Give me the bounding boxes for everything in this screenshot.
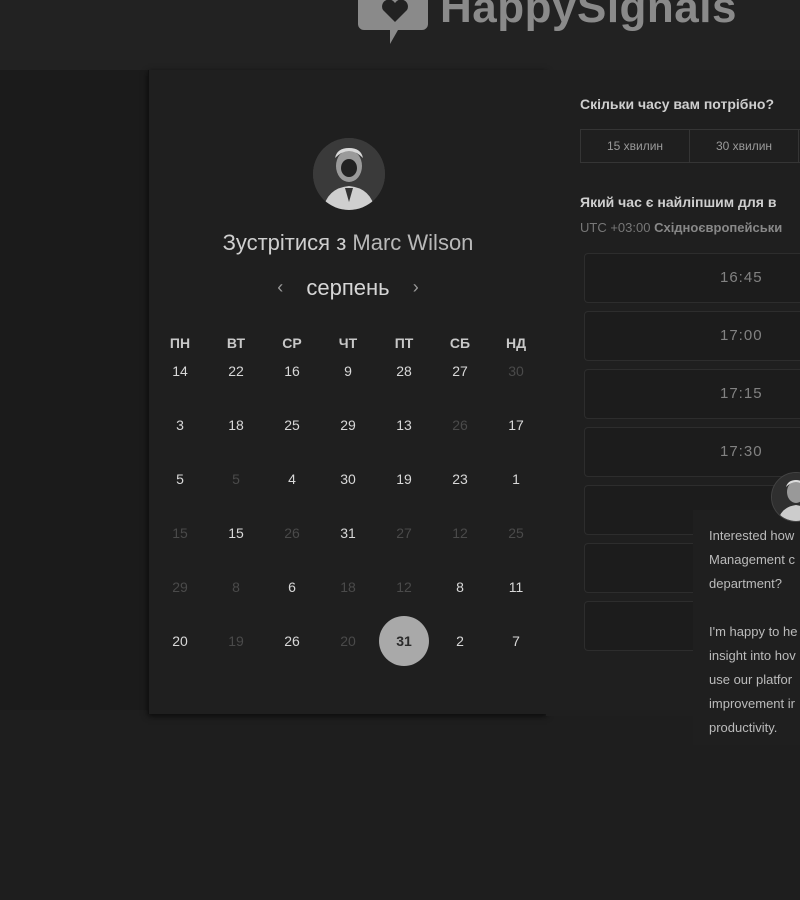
chat-line: use our platfor [709,672,793,687]
calendar-day[interactable]: 22 [208,359,264,383]
calendar-day[interactable]: 29 [320,413,376,437]
time-slot-label: 17:30 [720,443,763,460]
weekday-tue: ВТ [226,335,246,351]
host-avatar [313,138,385,210]
time-slot[interactable]: 17:15 [584,369,800,419]
timezone-offset: UTC +03:00 [580,220,651,235]
calendar-day[interactable]: 4 [264,467,320,491]
duration-selector: 15 хвилин 30 хвилин [580,129,800,163]
calendar-day: 15 [172,525,188,541]
calendar-day[interactable]: 1 [488,467,544,491]
calendar-day[interactable]: 7 [488,629,544,653]
calendar-day[interactable]: 23 [432,467,488,491]
title-prefix: Зустрітися з [222,230,347,255]
weekday-wed: СР [282,335,302,351]
timezone-name: Східноєвропейськи [654,220,783,235]
calendar-day: 26 [284,525,300,541]
calendar-day: 12 [396,579,412,595]
speech-bubble-heart-icon [358,0,428,44]
calendar-day[interactable]: 31 [320,521,376,545]
calendar-day[interactable]: 25 [264,413,320,437]
month-navigator: ‹ серпень › [149,275,547,303]
calendar-day[interactable]: 30 [320,467,376,491]
chat-line: Interested how [709,528,795,543]
chat-line: productivity. [709,720,778,735]
calendar-day[interactable]: 19 [376,467,432,491]
chat-line: department? [709,576,782,591]
calendar-day: 29 [172,579,188,595]
chat-message-bubble[interactable]: Interested how Management c department? … [693,510,800,745]
calendar-day: 26 [452,417,468,433]
chevron-left-icon[interactable]: ‹ [270,277,290,298]
calendar-day: 27 [396,525,412,541]
weekday-sun: НД [505,335,527,351]
duration-30-button[interactable]: 30 хвилин [690,130,799,162]
chat-line: Management c [709,552,795,567]
calendar-day[interactable]: 8 [432,575,488,599]
calendar-day: 8 [232,579,240,595]
chat-line: insight into hov [709,648,796,663]
weekday-fri: ПТ [394,335,414,351]
calendar-day: 20 [340,633,356,649]
duration-question: Скільки часу вам потрібно? [580,96,775,112]
time-slot[interactable]: 17:30 [584,427,800,477]
calendar-day[interactable]: 27 [432,359,488,383]
calendar-day-selected[interactable]: 31 [379,616,429,666]
month-label: серпень [306,275,390,300]
chat-message-text: Interested how Management c department? … [709,524,800,740]
calendar-day: 19 [228,633,244,649]
calendar-day[interactable]: 11 [488,575,544,599]
calendar-day: 25 [508,525,524,541]
weekday-mon: ПН [169,335,191,351]
calendar-day: 5 [232,471,240,487]
calendar-day[interactable]: 3 [152,413,208,437]
logo-text: HappySignals [440,0,737,32]
calendar-panel: Зустрітися з Marc Wilson ‹ серпень › ПН … [148,70,547,714]
header: HappySignals [0,0,800,70]
calendar-day: 12 [452,525,468,541]
person-photo-icon [313,138,385,210]
timezone-label[interactable]: UTC +03:00 Східноєвропейськи [580,220,782,235]
time-question: Який час є найліпшим для в [580,194,777,210]
calendar-day[interactable]: 26 [264,629,320,653]
calendar-day[interactable]: 18 [208,413,264,437]
time-slot[interactable]: 17:00 [584,311,800,361]
calendar-day[interactable]: 9 [320,359,376,383]
calendar-day[interactable]: 28 [376,359,432,383]
calendar-day[interactable]: 6 [264,575,320,599]
calendar-day: 18 [340,579,356,595]
calendar-day[interactable]: 15 [208,521,264,545]
time-slot[interactable]: 16:45 [584,253,800,303]
meeting-title: Зустрітися з Marc Wilson [149,230,547,256]
weekday-thu: ЧТ [338,335,358,351]
weekday-sat: СБ [449,335,471,351]
chevron-right-icon[interactable]: › [406,277,426,298]
host-name: Marc Wilson [352,230,474,255]
chat-line: I'm happy to he [709,624,798,639]
time-slot-label: 17:00 [720,327,763,344]
calendar-day[interactable]: 5 [152,467,208,491]
calendar-day[interactable]: 14 [152,359,208,383]
left-strip [0,70,148,710]
calendar-day: 30 [508,363,524,379]
time-slot-label: 17:15 [720,385,763,402]
calendar-day[interactable]: 13 [376,413,432,437]
calendar-day[interactable]: 16 [264,359,320,383]
duration-15-button[interactable]: 15 хвилин [581,130,690,162]
calendar-day[interactable]: 2 [432,629,488,653]
time-slot-label: 16:45 [720,269,763,286]
calendar-day[interactable]: 17 [488,413,544,437]
calendar-day[interactable]: 20 [152,629,208,653]
chat-line: improvement ir [709,696,795,711]
